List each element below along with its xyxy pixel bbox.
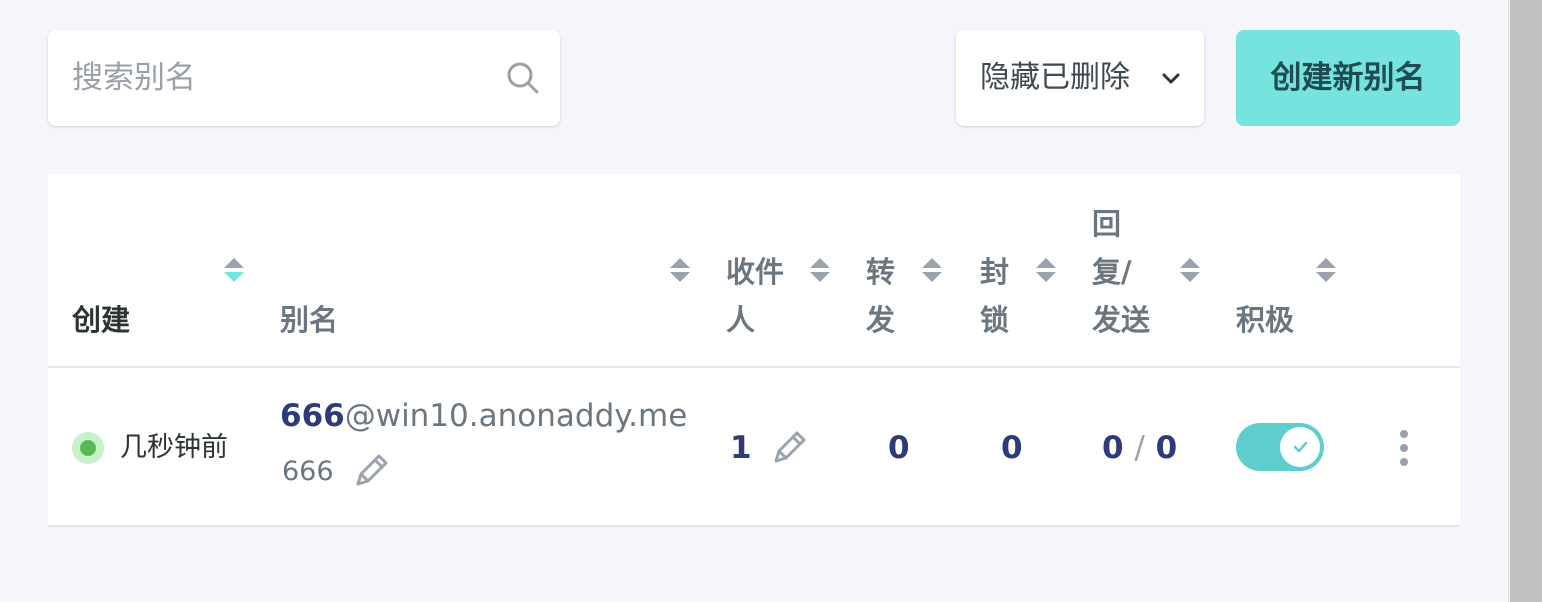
search-icon[interactable] xyxy=(506,61,540,95)
row-more-options-icon[interactable] xyxy=(1396,428,1412,468)
header-forwarded-line1: 转 xyxy=(866,255,896,289)
sent-count: 0 xyxy=(1155,430,1178,466)
table-footer-area xyxy=(48,527,1460,602)
header-recipients[interactable]: 收件 人 xyxy=(726,248,784,344)
sort-forwarded-icon[interactable] xyxy=(922,258,942,282)
replies-sent-separator: / xyxy=(1134,430,1145,466)
header-blocked-line1: 封 xyxy=(980,255,1010,289)
alias-local-part: 666 xyxy=(280,398,345,434)
alias-domain: @win10.anonaddy.me xyxy=(344,398,688,434)
page-scrollbar[interactable] xyxy=(1508,0,1542,602)
search-input[interactable] xyxy=(48,30,488,126)
sort-alias-icon[interactable] xyxy=(670,258,690,282)
header-created-label: 创建 xyxy=(72,303,131,337)
header-blocked[interactable]: 封 锁 xyxy=(980,248,1009,344)
header-alias[interactable]: 别名 xyxy=(280,296,338,344)
deleted-filter-select[interactable]: 隐藏已删除 xyxy=(956,30,1204,126)
sort-replies-icon[interactable] xyxy=(1180,258,1200,282)
header-active-label: 积极 xyxy=(1236,303,1295,337)
header-replies-line2: 复/ xyxy=(1092,255,1132,289)
header-replies-sent[interactable]: 回 复/ 发送 xyxy=(1092,200,1150,344)
sort-active-icon[interactable] xyxy=(1316,258,1336,282)
header-recipients-line2: 人 xyxy=(726,303,756,337)
header-active[interactable]: 积极 xyxy=(1236,296,1294,344)
chevron-down-icon xyxy=(1162,73,1180,84)
header-forwarded[interactable]: 转 发 xyxy=(866,248,895,344)
header-forwarded-line2: 发 xyxy=(866,303,896,337)
alias-email[interactable]: 666@win10.anonaddy.me xyxy=(280,396,687,436)
replies-count: 0 xyxy=(1102,430,1124,466)
check-icon xyxy=(1293,441,1308,453)
active-status-dot xyxy=(72,432,104,464)
aliases-table: 创建 别名 收件 人 转 发 封 锁 回 复/ 发送 积极 几秒钟前 666@w… xyxy=(48,174,1460,602)
header-recipients-line1: 收件 xyxy=(726,255,785,289)
sort-recipients-icon[interactable] xyxy=(810,258,830,282)
header-created[interactable]: 创建 xyxy=(72,296,130,344)
forwarded-count: 0 xyxy=(888,430,910,466)
active-toggle[interactable] xyxy=(1236,423,1324,471)
filter-selected-value: 隐藏已删除 xyxy=(980,60,1130,95)
header-divider xyxy=(48,366,1460,368)
header-replies-line3: 发送 xyxy=(1092,303,1151,337)
sort-created-icon[interactable] xyxy=(224,258,244,282)
edit-description-pencil-icon[interactable] xyxy=(352,450,392,490)
header-blocked-line2: 锁 xyxy=(980,303,1010,337)
header-replies-line1: 回 xyxy=(1092,207,1122,241)
created-time: 几秒钟前 xyxy=(120,432,228,463)
alias-description: 666 xyxy=(282,456,334,487)
sort-blocked-icon[interactable] xyxy=(1036,258,1056,282)
toggle-knob xyxy=(1280,427,1320,467)
header-alias-label: 别名 xyxy=(280,303,339,337)
search-box xyxy=(48,30,560,126)
blocked-count: 0 xyxy=(1001,430,1023,466)
scrollbar-thumb[interactable] xyxy=(1510,0,1542,602)
edit-recipients-pencil-icon[interactable] xyxy=(770,427,810,467)
create-alias-button[interactable]: 创建新别名 xyxy=(1236,30,1460,126)
recipients-count: 1 xyxy=(730,430,752,466)
replies-sent-count: 0 / 0 xyxy=(1102,428,1177,468)
